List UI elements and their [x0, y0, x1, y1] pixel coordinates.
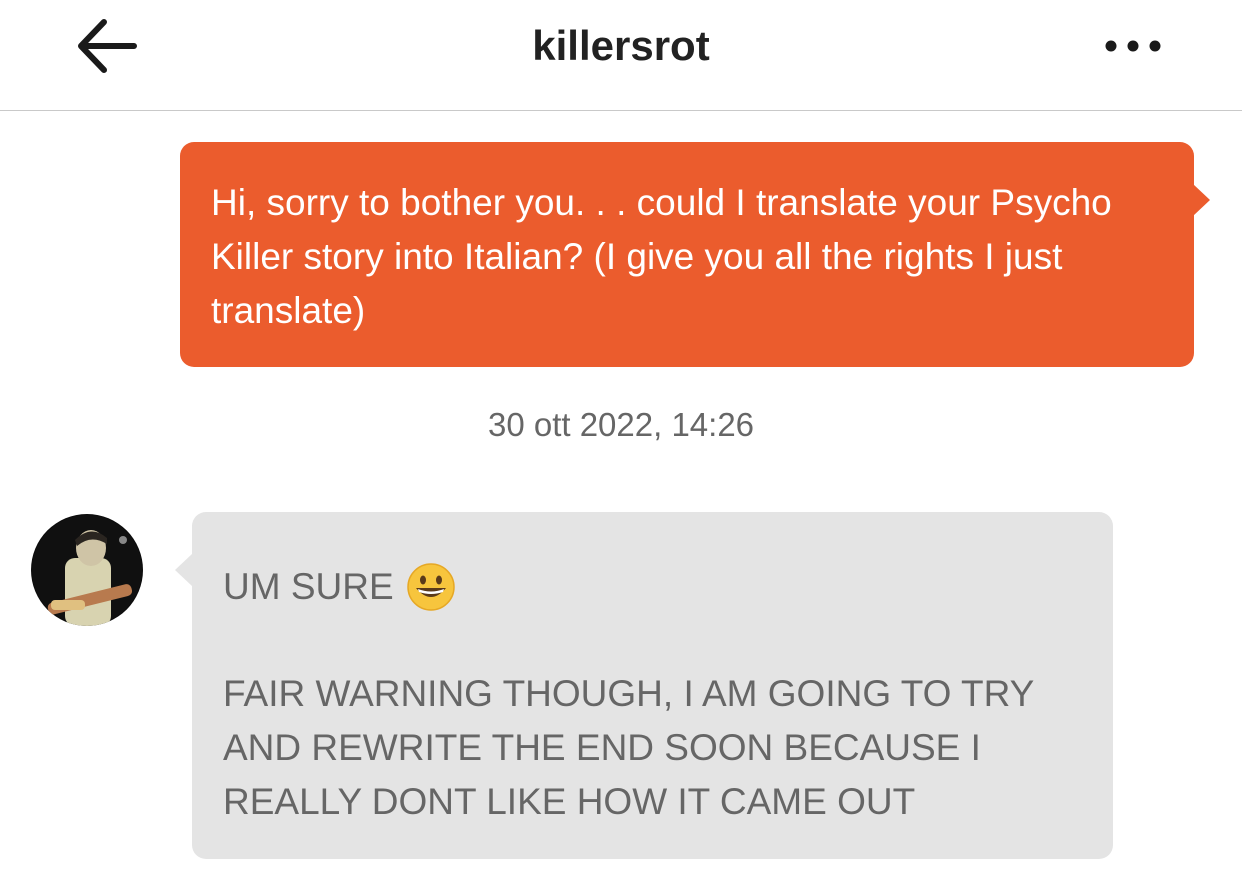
bubble-tail	[175, 554, 192, 586]
more-horizontal-icon	[1105, 40, 1161, 52]
incoming-message-text-2: FAIR WARNING THOUGH, I AM GOING TO TRY A…	[223, 673, 1034, 822]
sender-avatar[interactable]	[31, 514, 143, 626]
more-options-button[interactable]	[1100, 30, 1170, 62]
top-bar: killersrot	[0, 0, 1242, 111]
outgoing-message-bubble[interactable]: Hi, sorry to bother you. . . could I tra…	[180, 142, 1210, 367]
conversation-title: killersrot	[532, 22, 710, 69]
grinning-face-emoji-icon	[406, 562, 456, 612]
incoming-message-text-1: UM SURE	[223, 566, 394, 607]
outgoing-message-text: Hi, sorry to bother you. . . could I tra…	[211, 182, 1112, 331]
message-timestamp: 30 ott 2022, 14:26	[487, 406, 755, 443]
incoming-message-bubble[interactable]: UM SURE FAIR WARNING THOUGH, I AM GOING …	[175, 512, 1113, 859]
incoming-message-first-line: UM SURE	[223, 560, 1085, 614]
bubble-tail	[1193, 184, 1210, 216]
avatar-image	[31, 514, 143, 626]
